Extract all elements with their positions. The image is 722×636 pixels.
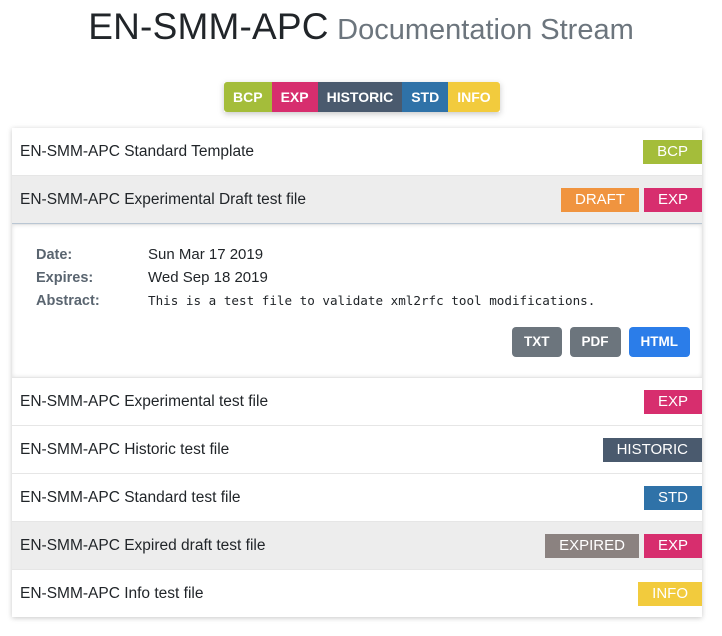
document-row-experimental-draft[interactable]: EN-SMM-APC Experimental Draft test file …	[12, 175, 702, 224]
status-badge-expired: EXPIRED	[545, 534, 639, 558]
document-title: EN-SMM-APC Experimental test file	[20, 393, 269, 410]
filter-std-button[interactable]: STD	[402, 82, 449, 112]
document-metadata: Date: Sun Mar 17 2019 Expires: Wed Sep 18 …	[36, 243, 595, 312]
filter-historic-button[interactable]: HISTORIC	[317, 82, 403, 112]
html-button[interactable]: HTML	[628, 327, 690, 357]
format-buttons: TXT PDF HTML	[512, 327, 690, 357]
date-value: Sun Mar 17 2019	[148, 246, 264, 263]
document-title: EN-SMM-APC Historic test file	[20, 441, 230, 458]
document-row-experimental[interactable]: EN-SMM-APC Experimental test file EXP	[12, 377, 702, 425]
status-badge-exp: EXP	[643, 390, 702, 414]
document-row-standard-template[interactable]: EN-SMM-APC Standard Template BCP	[12, 128, 702, 175]
document-title: EN-SMM-APC Info test file	[20, 585, 204, 602]
filter-exp-button[interactable]: EXP	[271, 82, 318, 112]
abstract-value: This is a test file to validate xml2rfc …	[148, 293, 596, 308]
badge-group: STD	[644, 486, 702, 510]
status-badge-bcp: BCP	[643, 140, 702, 164]
filter-info-button[interactable]: INFO	[448, 82, 500, 112]
status-badge-std: STD	[644, 486, 702, 510]
document-title: EN-SMM-APC Expired draft test file	[20, 537, 266, 554]
document-row-historic[interactable]: EN-SMM-APC Historic test file HISTORIC	[12, 425, 702, 473]
txt-button[interactable]: TXT	[512, 327, 562, 357]
filter-bcp-button[interactable]: BCP	[224, 82, 272, 112]
badge-group: BCP	[643, 140, 702, 164]
badge-group: EXPIRED EXP	[545, 534, 702, 558]
document-title: EN-SMM-APC Experimental Draft test file	[20, 191, 306, 208]
expires-value: Wed Sep 18 2019	[148, 269, 268, 286]
page-title: EN-SMM-APC	[88, 6, 329, 47]
document-title: EN-SMM-APC Standard test file	[20, 489, 241, 506]
document-title: EN-SMM-APC Standard Template	[20, 143, 255, 160]
status-badge-historic: HISTORIC	[602, 438, 702, 462]
document-list: EN-SMM-APC Standard Template BCP EN-SMM-…	[12, 128, 702, 617]
badge-group: HISTORIC	[602, 438, 702, 462]
badge-group: DRAFT EXP	[560, 188, 702, 212]
date-line: Date: Sun Mar 17 2019	[36, 243, 595, 266]
expires-line: Expires: Wed Sep 18 2019	[36, 266, 595, 289]
document-row-expired-draft[interactable]: EN-SMM-APC Expired draft test file EXPIR…	[12, 521, 702, 569]
filter-button-group: BCP EXP HISTORIC STD INFO	[224, 82, 500, 112]
document-detail-panel: Date: Sun Mar 17 2019 Expires: Wed Sep 18 …	[12, 224, 702, 377]
page-header: EN-SMM-APC Documentation Stream	[0, 6, 722, 48]
badge-group: INFO	[638, 582, 702, 606]
page: EN-SMM-APC Documentation Stream BCP EXP …	[0, 0, 722, 636]
badge-group: EXP	[643, 390, 702, 414]
status-badge-exp: EXP	[643, 188, 702, 212]
status-badge-info: INFO	[638, 582, 702, 606]
abstract-label: Abstract:	[36, 293, 100, 309]
page-subtitle: Documentation Stream	[337, 14, 634, 46]
pdf-button[interactable]: PDF	[569, 327, 621, 357]
status-badge-draft: DRAFT	[560, 188, 639, 212]
expires-label: Expires:	[36, 270, 94, 286]
document-row-standard[interactable]: EN-SMM-APC Standard test file STD	[12, 473, 702, 521]
abstract-line: Abstract: This is a test file to validate…	[36, 289, 595, 312]
document-row-info[interactable]: EN-SMM-APC Info test file INFO	[12, 569, 702, 617]
date-label: Date:	[36, 247, 73, 263]
status-badge-exp: EXP	[643, 534, 702, 558]
